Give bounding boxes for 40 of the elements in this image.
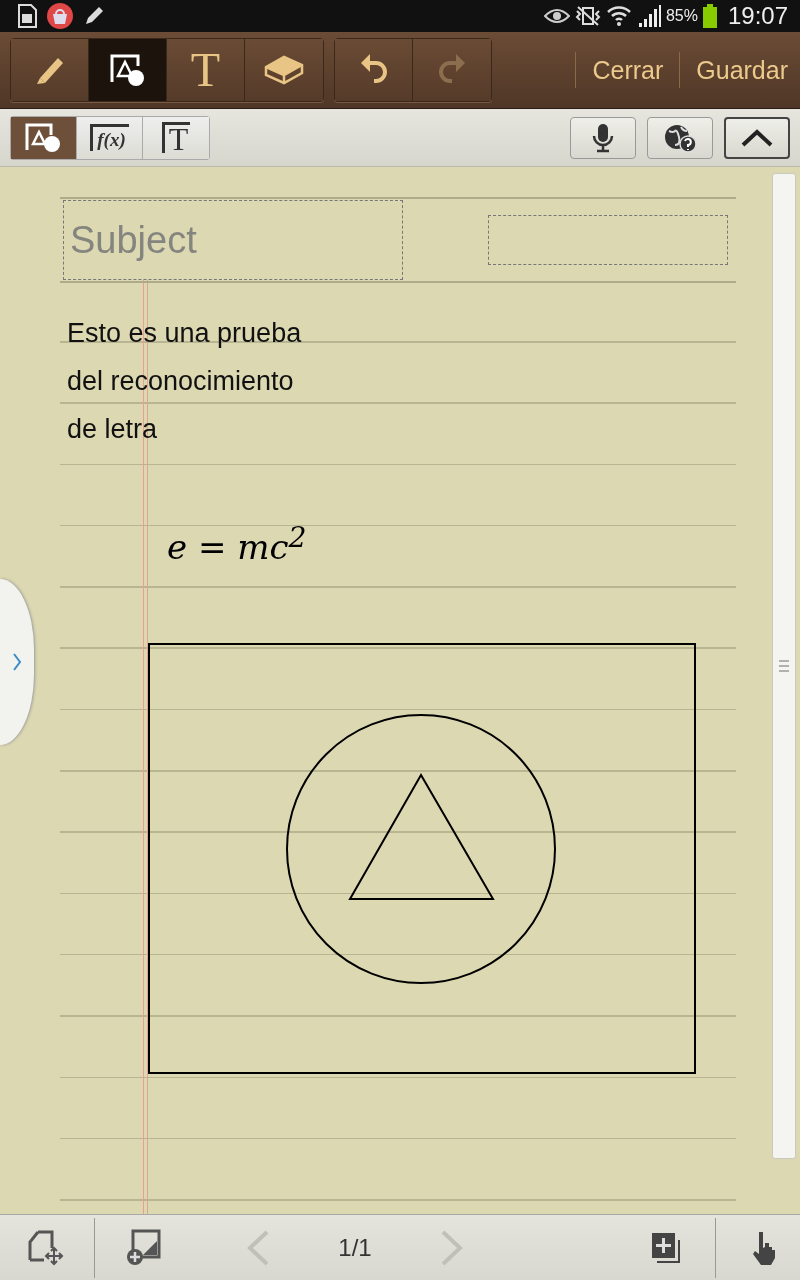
- mode-tab[interactable]: T: [143, 116, 209, 159]
- eraser-icon: [263, 53, 305, 87]
- formula: e = mc$^{2}$: [167, 521, 307, 568]
- text-tool-icon: T: [190, 46, 221, 94]
- signal-icon: [636, 5, 661, 27]
- tool-button[interactable]: T: [167, 39, 245, 101]
- toolbar-action-button[interactable]: Cerrar: [590, 51, 666, 89]
- vibrate-off-icon: [574, 5, 601, 27]
- subject-field[interactable]: Subject: [63, 200, 403, 280]
- sim-card-icon: [16, 4, 38, 28]
- wifi-icon: [605, 4, 632, 28]
- handwriting-text-line: Esto es una prueba: [67, 317, 302, 350]
- grip-icon: [779, 660, 789, 672]
- tool-button[interactable]: [89, 39, 167, 101]
- battery-icon: [702, 4, 717, 28]
- mode-tab[interactable]: f(x): [77, 116, 143, 159]
- handwriting-text-line: del reconocimiento: [67, 365, 294, 398]
- collapse-button[interactable]: [724, 116, 790, 159]
- tool-button[interactable]: [11, 39, 89, 101]
- add-image-icon: [125, 1228, 163, 1267]
- language-help-button[interactable]: [647, 116, 713, 159]
- chevron-right-icon: [12, 652, 22, 672]
- chevron-up-icon: [740, 127, 774, 148]
- tool-button[interactable]: [245, 39, 323, 101]
- mode-tab[interactable]: [11, 116, 77, 159]
- globe-question-icon: [663, 122, 697, 153]
- date-field[interactable]: [488, 215, 728, 265]
- microphone-button[interactable]: [570, 116, 636, 159]
- scrollbar[interactable]: [772, 173, 796, 1159]
- undo-button[interactable]: [335, 39, 413, 101]
- page-move-icon: [26, 1229, 64, 1266]
- microphone-icon: [592, 122, 614, 153]
- eye-icon: [543, 7, 570, 25]
- toolbar-action-button[interactable]: Guardar: [694, 51, 790, 89]
- add-page-icon: [651, 1231, 681, 1264]
- handwriting-text-line: de letra: [67, 413, 158, 446]
- page-number: 1/1: [338, 1233, 372, 1262]
- battery-percent: 85%: [665, 7, 698, 25]
- shopping-bag-icon: [46, 2, 74, 30]
- clock-time: 19:07: [727, 2, 788, 30]
